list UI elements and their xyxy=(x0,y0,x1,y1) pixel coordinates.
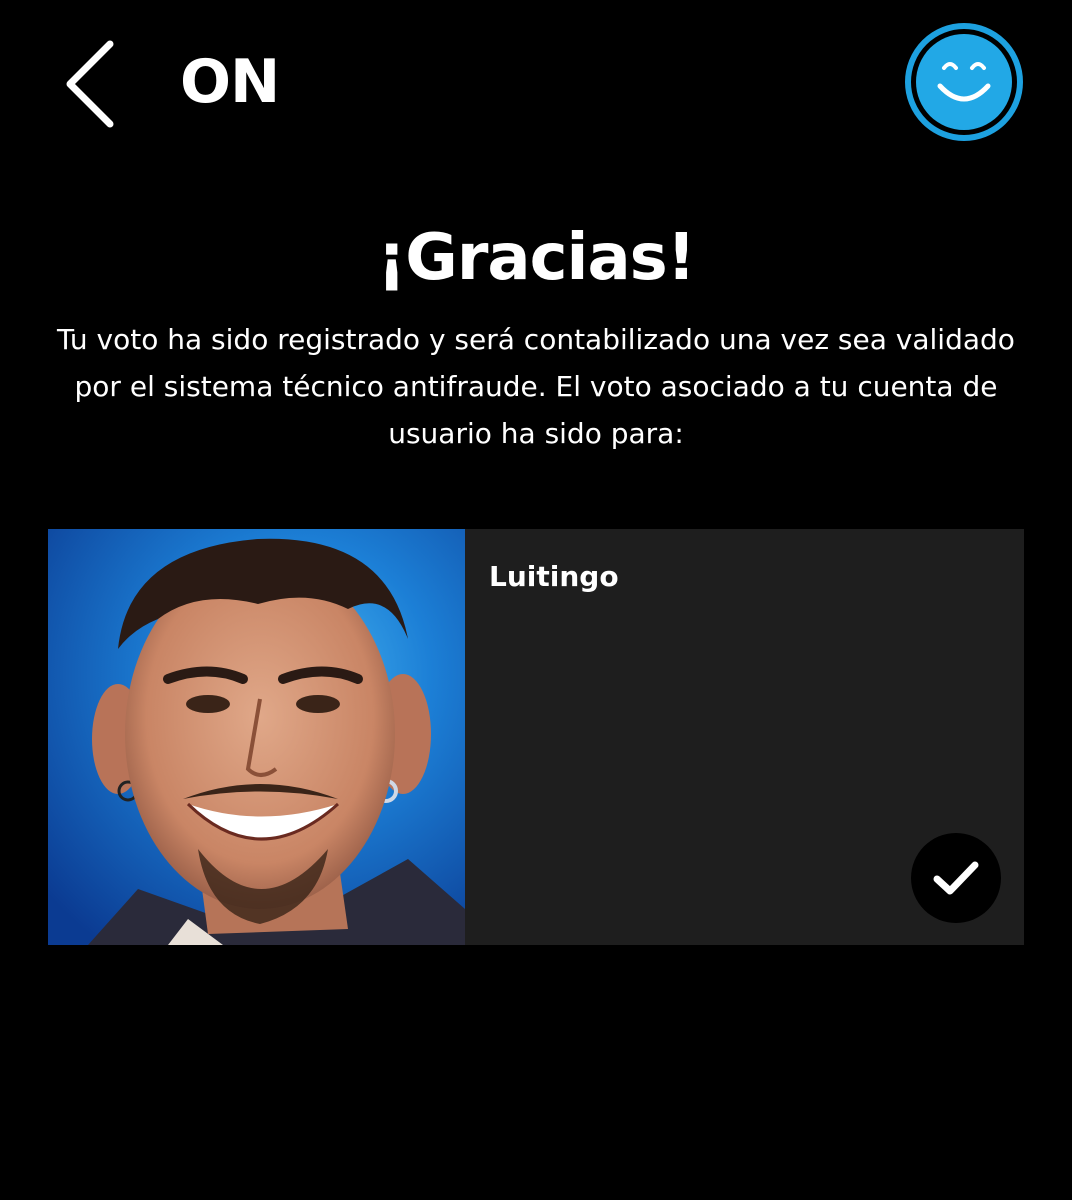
chevron-left-icon xyxy=(66,40,114,128)
voted-candidate-card: Luitingo xyxy=(48,529,1024,945)
thank-you-heading: ¡Gracias! xyxy=(377,221,696,295)
app-logo-title: ON xyxy=(180,47,280,117)
candidate-photo xyxy=(48,529,465,945)
candidate-name: Luitingo xyxy=(489,560,619,593)
top-bar: ON xyxy=(0,0,1072,170)
profile-button[interactable] xyxy=(904,22,1024,142)
smiley-face-icon xyxy=(905,23,1023,141)
back-button[interactable] xyxy=(56,36,126,132)
vote-confirmation-message: Tu voto ha sido registrado y será contab… xyxy=(57,323,1015,450)
checkmark-icon xyxy=(933,861,979,895)
selected-indicator xyxy=(911,833,1001,923)
candidate-portrait xyxy=(48,529,465,945)
